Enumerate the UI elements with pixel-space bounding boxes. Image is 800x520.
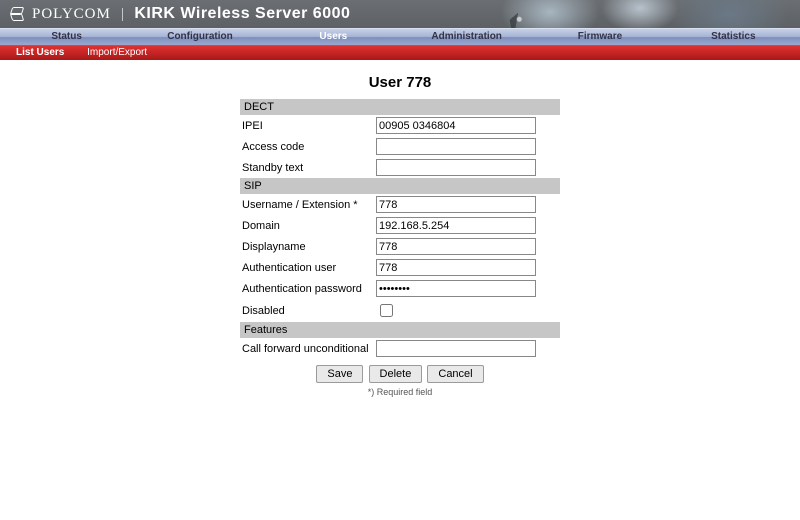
label-displayname: Displayname (240, 236, 374, 257)
input-auth-user[interactable] (376, 259, 536, 276)
brand-company: POLYCOM (32, 6, 111, 23)
label-domain: Domain (240, 215, 374, 236)
label-disabled: Disabled (240, 299, 374, 322)
section-dect: DECT (240, 99, 560, 115)
primary-nav: Status Configuration Users Administratio… (0, 28, 800, 46)
label-auth-password: Authentication password (240, 278, 374, 299)
button-row: Save Delete Cancel (0, 359, 800, 383)
brand-block: POLYCOM | KIRK Wireless Server 6000 (0, 0, 800, 28)
subtab-import-export[interactable]: Import/Export (77, 46, 157, 60)
tab-configuration[interactable]: Configuration (133, 29, 266, 45)
page-title: User 778 (0, 74, 800, 91)
label-access-code: Access code (240, 136, 374, 157)
banner-decoration (508, 8, 535, 28)
page-body: User 778 DECT IPEI Access code Standby t… (0, 60, 800, 427)
label-username: Username / Extension * (240, 194, 374, 215)
input-ipei[interactable] (376, 117, 536, 134)
polycom-logo-icon (10, 7, 24, 21)
input-displayname[interactable] (376, 238, 536, 255)
delete-button[interactable]: Delete (369, 365, 423, 383)
user-form: DECT IPEI Access code Standby text SIP U… (240, 99, 560, 359)
tab-statistics[interactable]: Statistics (667, 29, 800, 45)
tab-firmware[interactable]: Firmware (533, 29, 666, 45)
section-features: Features (240, 322, 560, 338)
save-button[interactable]: Save (316, 365, 363, 383)
tab-administration[interactable]: Administration (400, 29, 533, 45)
required-field-note: *) Required field (0, 383, 800, 397)
header-banner: POLYCOM | KIRK Wireless Server 6000 (0, 0, 800, 28)
input-username[interactable] (376, 196, 536, 213)
input-standby-text[interactable] (376, 159, 536, 176)
secondary-nav: List Users Import/Export (0, 46, 800, 60)
tab-status[interactable]: Status (0, 29, 133, 45)
input-cfu[interactable] (376, 340, 536, 357)
checkbox-disabled[interactable] (380, 304, 393, 317)
label-cfu: Call forward unconditional (240, 338, 374, 359)
brand-separator: | (119, 6, 127, 23)
section-sip: SIP (240, 178, 560, 194)
tab-users[interactable]: Users (267, 29, 400, 45)
input-auth-password[interactable] (376, 280, 536, 297)
label-ipei: IPEI (240, 115, 374, 136)
input-domain[interactable] (376, 217, 536, 234)
input-access-code[interactable] (376, 138, 536, 155)
label-standby-text: Standby text (240, 157, 374, 178)
brand-product: KIRK Wireless Server 6000 (134, 5, 350, 23)
subtab-list-users[interactable]: List Users (6, 46, 74, 60)
cancel-button[interactable]: Cancel (427, 365, 483, 383)
label-auth-user: Authentication user (240, 257, 374, 278)
